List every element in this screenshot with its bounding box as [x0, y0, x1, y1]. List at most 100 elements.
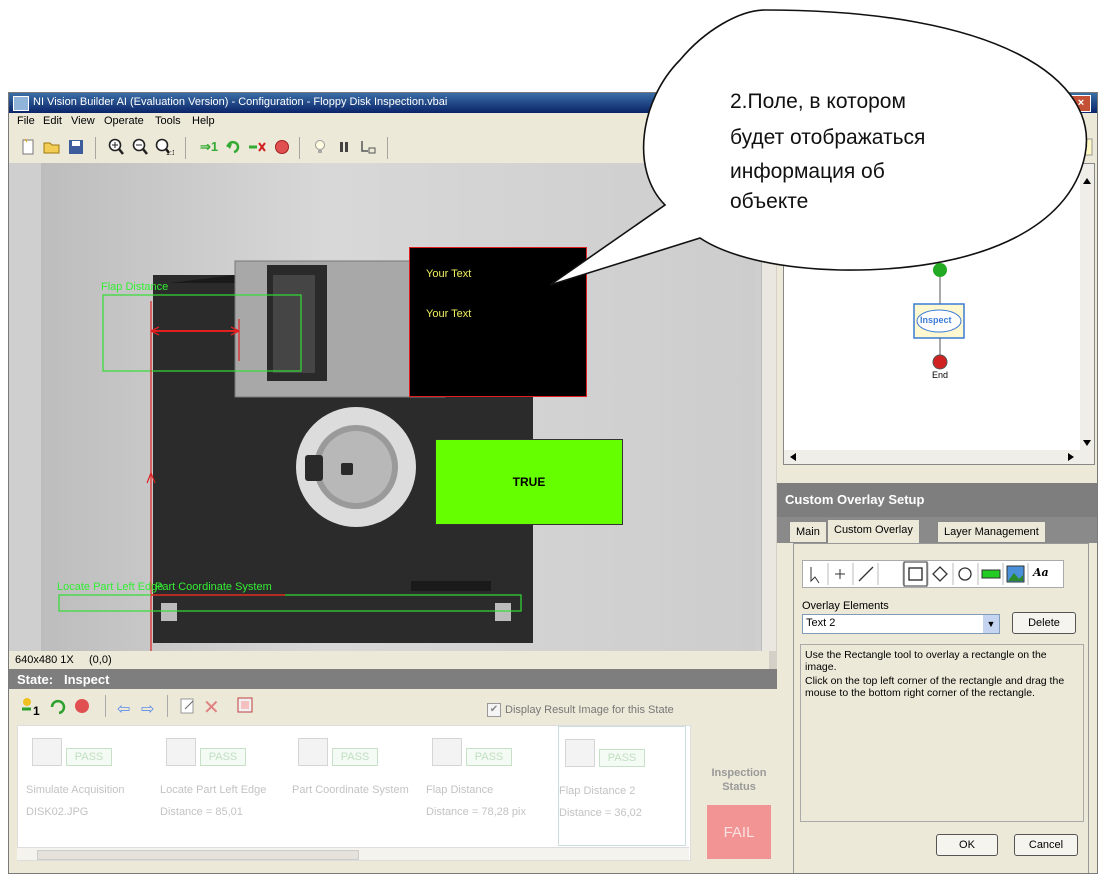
step-icon[interactable] [357, 137, 379, 157]
state-title: State: Inspect [17, 672, 110, 687]
edit-step-icon[interactable] [179, 697, 197, 718]
step-flap-distance-2[interactable]: PASS Flap Distance 2 Distance = 36,02 [558, 726, 686, 846]
menu-operate[interactable]: Operate [104, 115, 144, 127]
inspection-status-indicator: FAIL [707, 805, 771, 859]
svg-text:1: 1 [33, 704, 40, 717]
line-icon[interactable] [853, 566, 877, 582]
inspection-status-label-1: Inspection [711, 767, 767, 779]
save-icon[interactable] [65, 137, 87, 157]
app-icon [13, 96, 29, 111]
end-state-node[interactable]: End [932, 370, 948, 380]
move-right-icon[interactable]: ⇨ [141, 699, 154, 719]
toolbar-separator [95, 137, 96, 159]
custom-text-overlay-box[interactable]: Your Text Your Text [409, 247, 587, 397]
image-status-line: 640x480 1X (0,0) [9, 651, 769, 669]
fill-rect-icon[interactable] [978, 566, 1002, 582]
overlay-elements-value: Text 2 [806, 617, 836, 629]
zoom-out-icon[interactable] [129, 137, 151, 157]
step-settings-icon[interactable] [235, 697, 255, 718]
crosshair-icon[interactable] [828, 566, 852, 582]
run-continuous-icon[interactable] [223, 137, 245, 157]
setup-panel-header: Custom Overlay Setup [777, 483, 1097, 517]
true-result-overlay[interactable]: TRUE [435, 439, 623, 525]
open-icon[interactable] [41, 137, 63, 157]
light-icon[interactable] [309, 137, 331, 157]
steps-horizontal-scrollbar[interactable] [17, 847, 689, 860]
title-bar: NI Vision Builder AI (Evaluation Version… [9, 93, 1097, 113]
svg-text:1:1: 1:1 [166, 150, 174, 156]
circle-icon[interactable] [953, 566, 977, 582]
ok-button[interactable]: OK [936, 834, 998, 856]
step-name: Locate Part Left Edge [160, 784, 267, 796]
run-selected-icon[interactable] [247, 137, 269, 157]
move-left-icon[interactable]: ⇦ [117, 699, 130, 719]
svg-text:?: ? [1080, 140, 1088, 155]
zoom-in-icon[interactable] [105, 137, 127, 157]
add-step-icon[interactable]: 1 [21, 697, 43, 720]
stop-icon[interactable] [271, 137, 293, 157]
menu-help[interactable]: Help [192, 115, 215, 127]
new-icon[interactable] [17, 137, 39, 157]
menu-file[interactable]: File [17, 115, 35, 127]
menu-edit[interactable]: Edit [43, 115, 62, 127]
chevron-down-icon[interactable]: ▼ [983, 615, 999, 633]
locate-left-edge-label: Locate Part Left Edge [57, 581, 164, 593]
right-panel: Inspect End Custom Overlay Setup Main Cu… [777, 163, 1097, 873]
overlay-elements-select[interactable]: Text 2 ▼ [802, 614, 1000, 634]
run-once-icon[interactable]: ⇒1 [195, 137, 223, 157]
cancel-button[interactable]: Cancel [1014, 834, 1078, 856]
step-name: Flap Distance 2 [559, 785, 636, 797]
inspect-state-node[interactable]: Inspect [920, 315, 952, 325]
image-icon[interactable] [1003, 566, 1027, 582]
step-flap-distance[interactable]: PASS Flap Distance Distance = 78,28 pix [426, 734, 552, 824]
camera-icon [32, 738, 62, 766]
state-diagram[interactable]: Inspect End [783, 163, 1095, 465]
rectangle-icon[interactable] [903, 566, 927, 582]
menu-bar: File Edit View Operate Tools Help [9, 113, 1097, 131]
diamond-icon[interactable] [928, 566, 952, 582]
overlay-text-1: Your Text [426, 268, 472, 280]
inspection-steps-area: 1 ⇦ ⇨ ✕ ✔ Display Result Image for this … [9, 689, 777, 873]
setup-tabs: Main Custom Overlay Layer Management [777, 517, 1097, 544]
delete-button[interactable]: Delete [1012, 612, 1076, 634]
tab-custom-overlay[interactable]: Custom Overlay [827, 519, 920, 544]
zoom-1to1-icon[interactable]: 1:1 [153, 137, 175, 157]
text-tool-icon[interactable]: Aa [1033, 566, 1049, 579]
display-result-label: Display Result Image for this State [505, 704, 674, 716]
help-icon[interactable]: ? [1073, 137, 1095, 157]
stop-step-icon[interactable] [73, 697, 91, 718]
caliper-icon [432, 738, 462, 766]
state-header: State: Inspect [9, 669, 777, 689]
tab-main[interactable]: Main [789, 521, 827, 542]
callout-text-line1: 2.Поле, в котором [730, 90, 906, 113]
pointer-icon[interactable] [803, 566, 827, 582]
menu-view[interactable]: View [71, 115, 95, 127]
inspection-image[interactable]: Flap Distance Locate Part Left Edge Part… [41, 163, 755, 651]
overlay-text-2: Your Text [426, 308, 472, 320]
caliper-icon [565, 739, 595, 767]
step-status-badge: PASS [332, 748, 378, 766]
axes-icon [298, 738, 328, 766]
close-button[interactable]: × [1071, 95, 1091, 112]
coordinate-system-label: Part Coordinate System [155, 581, 272, 593]
tab-layer-management[interactable]: Layer Management [937, 521, 1046, 542]
resolution-readout: 640x480 1X [15, 654, 74, 666]
step-simulate-acquisition[interactable]: PASS Simulate Acquisition DISK02.JPG [26, 734, 152, 824]
help-text-2: Click on the top left corner of the rect… [805, 675, 1065, 699]
flap-distance-label: Flap Distance [101, 281, 169, 293]
menu-tools[interactable]: Tools [155, 115, 181, 127]
viewer-vertical-scrollbar[interactable] [761, 163, 776, 651]
step-status-badge: PASS [66, 748, 112, 766]
step-value: DISK02.JPG [26, 806, 89, 818]
toolbar: 1:1 ⇒1 ? [9, 131, 1097, 164]
toolbar-separator [387, 137, 388, 159]
step-locate-part-left-edge[interactable]: PASS Locate Part Left Edge Distance = 85… [160, 734, 286, 824]
delete-step-icon[interactable]: ✕ [203, 695, 220, 720]
overlay-tool-palette: Aa [802, 560, 1064, 588]
run-loop-icon[interactable] [49, 697, 69, 720]
display-result-checkbox[interactable]: ✔ [487, 703, 501, 717]
pause-icon[interactable] [333, 137, 355, 157]
setup-panel-title: Custom Overlay Setup [785, 492, 925, 507]
app-window: NI Vision Builder AI (Evaluation Version… [8, 92, 1098, 874]
step-part-coordinate-system[interactable]: PASS Part Coordinate System [292, 734, 418, 824]
